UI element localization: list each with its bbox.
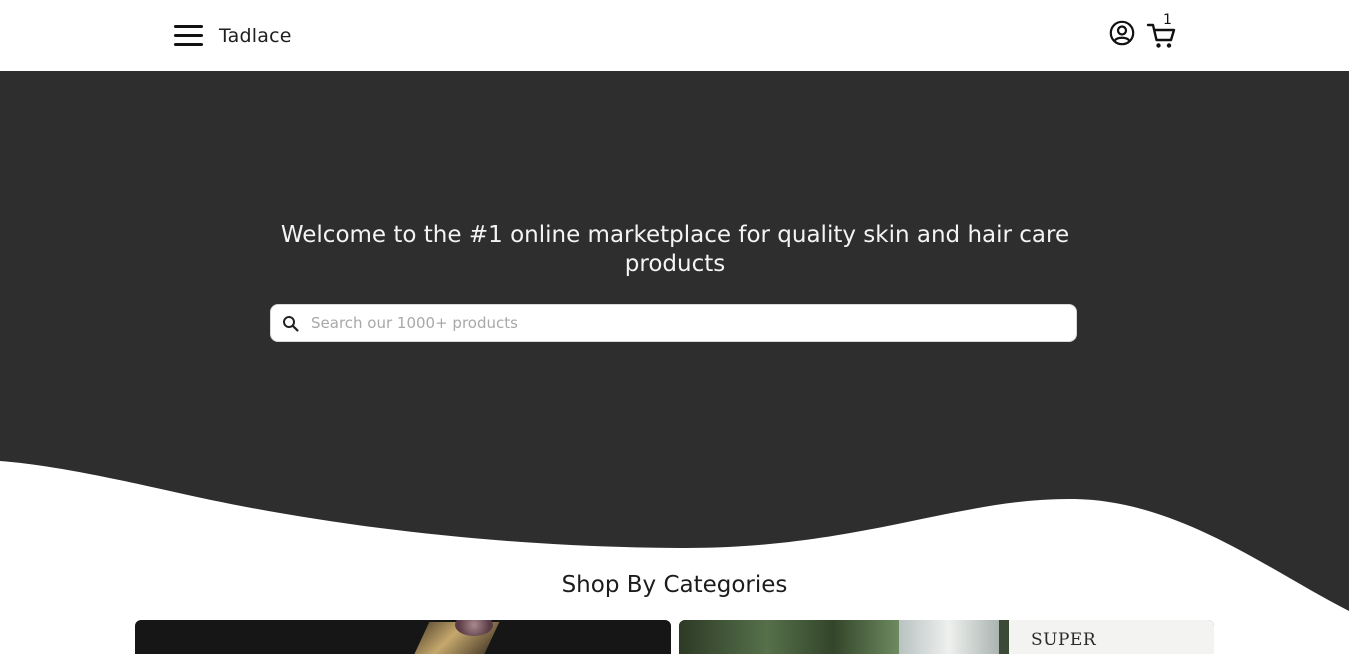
search-icon [283,316,299,332]
category-card-hair[interactable]: SUPER [679,620,1214,654]
user-circle-icon [1109,20,1135,46]
product-label-text: SUPER [1031,630,1097,650]
top-navbar: Tadlace 1 [0,0,1349,71]
hero-section: Welcome to the #1 online marketplace for… [0,71,1349,611]
category-image-bottle [899,620,999,654]
search-bar [270,304,1077,342]
cart-icon [1146,23,1176,48]
hamburger-menu-button[interactable] [174,24,204,47]
brand-logo[interactable]: Tadlace [219,24,292,48]
categories-heading: Shop By Categories [561,572,788,598]
account-button[interactable] [1109,20,1135,46]
category-card-skin[interactable] [135,620,671,654]
cart-button[interactable]: 1 [1146,12,1180,50]
category-image-foliage [679,620,899,654]
page: Tadlace 1 Welcome to the #1 online marke… [0,0,1349,654]
search-input[interactable] [311,308,1051,338]
hero-headline: Welcome to the #1 online marketplace for… [280,222,1070,277]
